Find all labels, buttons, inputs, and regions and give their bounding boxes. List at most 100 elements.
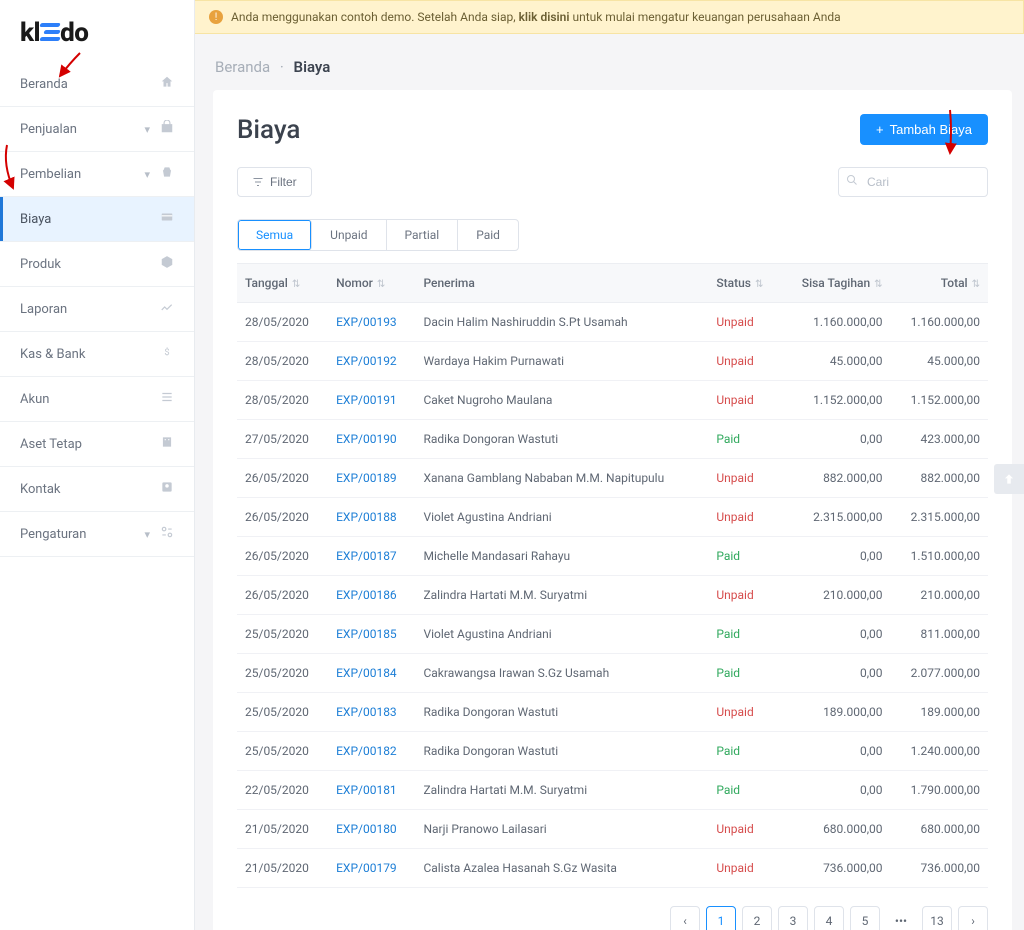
cell-status: Unpaid — [708, 381, 780, 420]
col-status[interactable]: Status⇅ — [708, 264, 780, 303]
cell-nomor-link[interactable]: EXP/00189 — [328, 459, 415, 498]
cell-tanggal: 25/05/2020 — [237, 732, 328, 771]
main-area: Beranda · Biaya Biaya + Tambah Biaya Fil… — [195, 34, 1024, 930]
pagination-page-3[interactable]: 3 — [778, 906, 808, 930]
cell-nomor-link[interactable]: EXP/00181 — [328, 771, 415, 810]
cell-sisa: 45.000,00 — [780, 342, 890, 381]
table-row: 26/05/2020EXP/00187Michelle Mandasari Ra… — [237, 537, 988, 576]
table-row: 26/05/2020EXP/00188Violet Agustina Andri… — [237, 498, 988, 537]
cell-total: 1.790.000,00 — [891, 771, 988, 810]
pagination-prev[interactable]: ‹ — [670, 906, 700, 930]
cell-total: 680.000,00 — [891, 810, 988, 849]
cell-nomor-link[interactable]: EXP/00193 — [328, 303, 415, 342]
col-nomor[interactable]: Nomor⇅ — [328, 264, 415, 303]
sidebar-item-produk[interactable]: Produk — [0, 242, 194, 287]
table-row: 28/05/2020EXP/00191Caket Nugroho Maulana… — [237, 381, 988, 420]
pagination-page-4[interactable]: 4 — [814, 906, 844, 930]
cell-nomor-link[interactable]: EXP/00192 — [328, 342, 415, 381]
sidebar-item-akun[interactable]: Akun — [0, 377, 194, 422]
sidebar-item-label: Kas & Bank — [20, 347, 85, 362]
cell-nomor-link[interactable]: EXP/00187 — [328, 537, 415, 576]
cell-nomor-link[interactable]: EXP/00188 — [328, 498, 415, 537]
cell-total: 423.000,00 — [891, 420, 988, 459]
breadcrumb-root[interactable]: Beranda — [215, 58, 270, 76]
col-tanggal[interactable]: Tanggal⇅ — [237, 264, 328, 303]
sidebar-item-penjualan[interactable]: Penjualan▾ — [0, 107, 194, 152]
cell-nomor-link[interactable]: EXP/00180 — [328, 810, 415, 849]
filter-button[interactable]: Filter — [237, 167, 312, 197]
cell-sisa: 0,00 — [780, 732, 890, 771]
cell-total: 736.000,00 — [891, 849, 988, 888]
sidebar-item-aset-tetap[interactable]: Aset Tetap — [0, 422, 194, 467]
cell-penerima: Narji Pranowo Lailasari — [415, 810, 708, 849]
cell-total: 1.152.000,00 — [891, 381, 988, 420]
sidebar-item-kas-bank[interactable]: Kas & Bank$ — [0, 332, 194, 377]
tab-unpaid[interactable]: Unpaid — [312, 220, 386, 250]
sidebar-item-laporan[interactable]: Laporan — [0, 287, 194, 332]
cell-sisa: 680.000,00 — [780, 810, 890, 849]
banner-link[interactable]: klik disini — [519, 10, 570, 24]
sidebar-item-pembelian[interactable]: Pembelian▾ — [0, 152, 194, 197]
pagination-next[interactable]: › — [958, 906, 988, 930]
cell-status: Unpaid — [708, 498, 780, 537]
cell-penerima: Calista Azalea Hasanah S.Gz Wasita — [415, 849, 708, 888]
search-input[interactable] — [838, 167, 988, 197]
cell-nomor-link[interactable]: EXP/00190 — [328, 420, 415, 459]
cell-nomor-link[interactable]: EXP/00183 — [328, 693, 415, 732]
cell-tanggal: 27/05/2020 — [237, 420, 328, 459]
cell-nomor-link[interactable]: EXP/00185 — [328, 615, 415, 654]
sort-icon: ⇅ — [755, 279, 763, 290]
add-expense-button[interactable]: + Tambah Biaya — [860, 114, 988, 145]
cell-status: Paid — [708, 732, 780, 771]
pagination-page-2[interactable]: 2 — [742, 906, 772, 930]
basket-icon — [160, 165, 174, 183]
search-icon — [846, 174, 858, 190]
cell-nomor-link[interactable]: EXP/00182 — [328, 732, 415, 771]
cell-nomor-link[interactable]: EXP/00179 — [328, 849, 415, 888]
col-sisa[interactable]: Sisa Tagihan⇅ — [780, 264, 890, 303]
tab-paid[interactable]: Paid — [458, 220, 518, 250]
tab-partial[interactable]: Partial — [387, 220, 459, 250]
cell-sisa: 210.000,00 — [780, 576, 890, 615]
sort-icon: ⇅ — [377, 279, 385, 290]
cell-nomor-link[interactable]: EXP/00184 — [328, 654, 415, 693]
cell-tanggal: 26/05/2020 — [237, 576, 328, 615]
sidebar-item-biaya[interactable]: Biaya — [0, 197, 194, 242]
col-total[interactable]: Total⇅ — [891, 264, 988, 303]
sidebar-item-pengaturan[interactable]: Pengaturan▾ — [0, 512, 194, 557]
table-row: 26/05/2020EXP/00189Xanana Gamblang Nabab… — [237, 459, 988, 498]
filter-icon — [252, 176, 264, 188]
cell-tanggal: 21/05/2020 — [237, 810, 328, 849]
chevron-down-icon: ▾ — [144, 168, 150, 181]
tab-semua[interactable]: Semua — [238, 220, 312, 250]
cell-penerima: Dacin Halim Nashiruddin S.Pt Usamah — [415, 303, 708, 342]
cell-nomor-link[interactable]: EXP/00191 — [328, 381, 415, 420]
pagination-page-13[interactable]: 13 — [922, 906, 952, 930]
col-penerima[interactable]: Penerima — [415, 264, 708, 303]
table-row: 27/05/2020EXP/00190Radika Dongoran Wastu… — [237, 420, 988, 459]
settings-icon — [160, 525, 174, 543]
sidebar-item-label: Beranda — [20, 77, 68, 92]
pagination-page-5[interactable]: 5 — [850, 906, 880, 930]
cell-sisa: 0,00 — [780, 615, 890, 654]
cell-penerima: Zalindra Hartati M.M. Suryatmi — [415, 771, 708, 810]
cell-nomor-link[interactable]: EXP/00186 — [328, 576, 415, 615]
sidebar-item-kontak[interactable]: Kontak — [0, 467, 194, 512]
cell-tanggal: 25/05/2020 — [237, 615, 328, 654]
sort-icon: ⇅ — [292, 279, 300, 290]
building-icon — [160, 435, 174, 453]
pagination-ellipsis: ••• — [886, 906, 916, 930]
chevron-down-icon: ▾ — [144, 528, 150, 541]
pagination-page-1[interactable]: 1 — [706, 906, 736, 930]
add-button-label: Tambah Biaya — [890, 122, 972, 137]
cell-sisa: 189.000,00 — [780, 693, 890, 732]
scroll-top-button[interactable] — [994, 464, 1024, 494]
breadcrumb: Beranda · Biaya — [195, 34, 1024, 90]
table-row: 25/05/2020EXP/00182Radika Dongoran Wastu… — [237, 732, 988, 771]
sidebar-item-beranda[interactable]: Beranda — [0, 62, 194, 107]
warning-icon: ! — [209, 10, 223, 24]
cell-total: 1.160.000,00 — [891, 303, 988, 342]
status-tabs: SemuaUnpaidPartialPaid — [237, 219, 519, 251]
sidebar-item-label: Kontak — [20, 482, 61, 497]
table-row: 25/05/2020EXP/00184Cakrawangsa Irawan S.… — [237, 654, 988, 693]
